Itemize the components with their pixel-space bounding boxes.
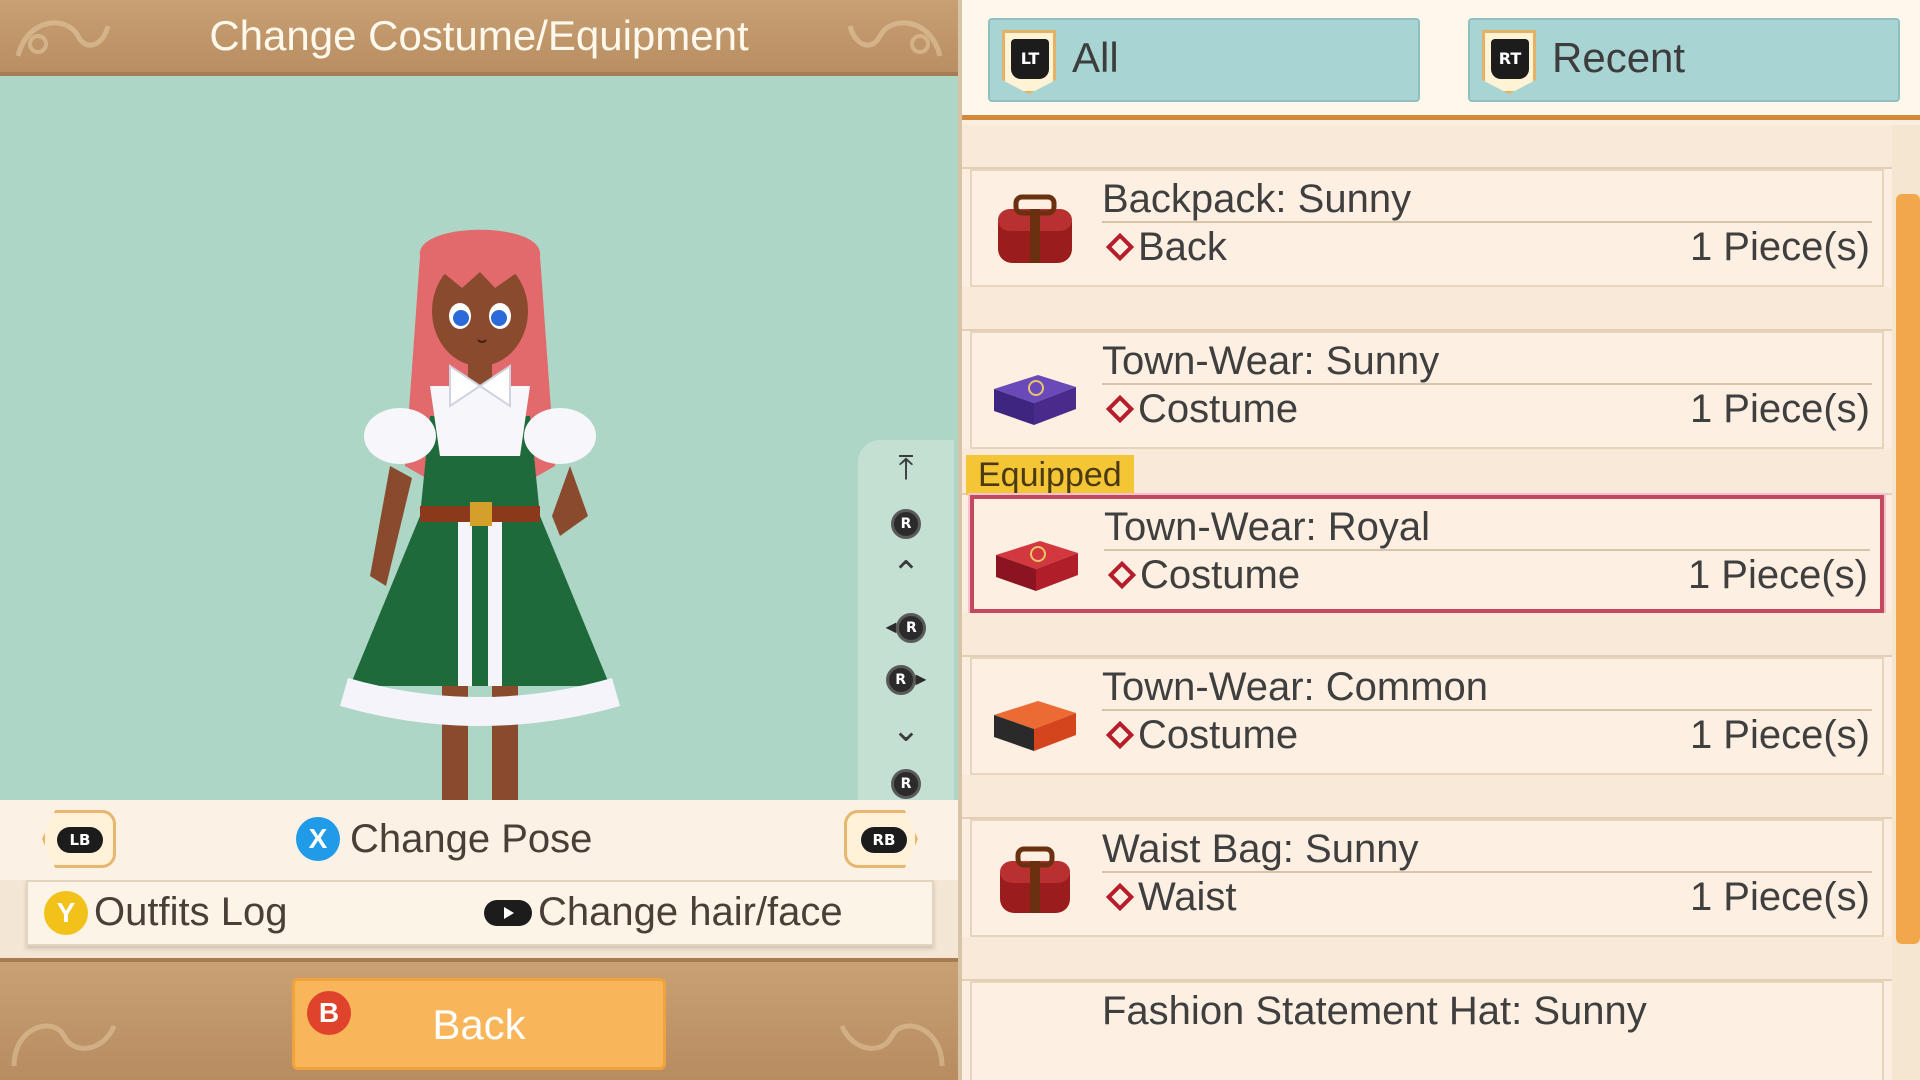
slot-diamond-icon bbox=[1105, 232, 1135, 262]
list-item[interactable]: Fashion Statement Hat: Sunny bbox=[970, 981, 1884, 1080]
item-slot: Costume bbox=[1138, 713, 1299, 757]
slot-diamond-icon bbox=[1105, 720, 1135, 750]
red-waist-bag-icon bbox=[1000, 846, 1070, 913]
filter-tabs: LT All RT Recent bbox=[962, 0, 1920, 120]
item-quantity: 1 Piece(s) bbox=[1689, 713, 1870, 757]
tab-all-label: All bbox=[1072, 34, 1119, 81]
outfits-log-label: Outfits Log bbox=[94, 890, 288, 934]
outfits-log-button[interactable]: Y Outfits Log bbox=[44, 890, 287, 935]
item-name: Backpack: Sunny bbox=[1102, 177, 1412, 221]
item-slot: Costume bbox=[1138, 387, 1299, 431]
back-button[interactable]: B Back bbox=[292, 978, 666, 1070]
preview-panel: Change Costume/Equipment ⤒ R ⌃ ◀ R R ▶ ⌄… bbox=[0, 0, 958, 1080]
red-case-icon bbox=[996, 541, 1078, 591]
item-quantity: 1 Piece(s) bbox=[1689, 225, 1870, 269]
rstick-up-icon[interactable]: R bbox=[858, 502, 954, 542]
rstick-down-icon[interactable]: R bbox=[858, 762, 954, 802]
slot-diamond-icon bbox=[1105, 394, 1135, 424]
list-divider bbox=[962, 125, 1892, 169]
purple-case-icon bbox=[994, 375, 1076, 425]
rb-button[interactable]: RB bbox=[844, 810, 918, 868]
options-box: Y Outfits Log Change hair/face bbox=[26, 880, 934, 946]
scrollbar-thumb[interactable] bbox=[1896, 194, 1920, 944]
list-divider bbox=[962, 937, 1892, 981]
change-hair-face-label: Change hair/face bbox=[538, 890, 843, 934]
list-item[interactable]: Town-Wear: Common Costume 1 Piece(s) bbox=[970, 657, 1884, 775]
item-divider bbox=[1102, 709, 1872, 711]
list-item[interactable]: Waist Bag: Sunny Waist 1 Piece(s) bbox=[970, 819, 1884, 937]
y-button-icon: Y bbox=[44, 890, 88, 935]
tab-recent-label: Recent bbox=[1552, 34, 1686, 81]
item-slot: Costume bbox=[1140, 553, 1301, 597]
page-title: Change Costume/Equipment bbox=[209, 12, 749, 59]
change-pose-button[interactable]: X Change Pose bbox=[296, 814, 592, 864]
item-divider bbox=[1102, 383, 1872, 385]
title-bar: Change Costume/Equipment bbox=[0, 0, 958, 76]
lb-button[interactable]: LB bbox=[42, 810, 116, 868]
rstick-right-icon[interactable]: R ▶ bbox=[858, 658, 954, 700]
pose-row: LB X Change Pose RB bbox=[0, 800, 958, 880]
item-name: Town-Wear: Royal bbox=[1104, 505, 1431, 549]
rt-icon: RT bbox=[1482, 30, 1536, 94]
list-item-equipped[interactable]: Town-Wear: Royal Costume 1 Piece(s) bbox=[970, 495, 1884, 613]
item-name: Fashion Statement Hat: Sunny bbox=[1102, 989, 1647, 1033]
item-name: Waist Bag: Sunny bbox=[1102, 827, 1419, 871]
change-hair-face-button[interactable]: Change hair/face bbox=[484, 890, 843, 935]
rstick-left-icon[interactable]: ◀ R bbox=[858, 606, 954, 648]
double-up-icon[interactable]: ⌃ bbox=[858, 554, 954, 594]
item-quantity: 1 Piece(s) bbox=[1689, 875, 1870, 919]
item-divider bbox=[1104, 549, 1870, 551]
bottom-bar: B Back bbox=[0, 958, 958, 1080]
equipped-badge: Equipped bbox=[966, 455, 1134, 495]
back-label: Back bbox=[432, 1001, 526, 1048]
slot-diamond-icon bbox=[1107, 560, 1137, 590]
character-viewport[interactable]: ⤒ R ⌃ ◀R R▶ ⌄ R ⤓ bbox=[0, 76, 958, 872]
ornament-icon bbox=[11, 1023, 117, 1067]
slot-diamond-icon bbox=[1105, 882, 1135, 912]
lt-icon: LT bbox=[1002, 30, 1056, 94]
item-panel: LT All RT Recent Backpack: Sunny Back 1 … bbox=[958, 0, 1920, 1080]
list-item[interactable]: Backpack: Sunny Back 1 Piece(s) bbox=[970, 169, 1884, 287]
character-model[interactable] bbox=[320, 216, 640, 856]
tab-recent[interactable]: RT Recent bbox=[1468, 18, 1900, 102]
change-pose-label: Change Pose bbox=[350, 816, 593, 861]
list-item[interactable]: Town-Wear: Sunny Costume 1 Piece(s) bbox=[970, 331, 1884, 449]
list-divider bbox=[962, 287, 1892, 331]
stick-press-icon bbox=[484, 899, 532, 926]
list-divider: Equipped bbox=[962, 449, 1892, 495]
list-divider bbox=[962, 775, 1892, 819]
ornament-icon bbox=[839, 1023, 945, 1067]
item-slot: Back bbox=[1138, 225, 1227, 269]
tab-all[interactable]: LT All bbox=[988, 18, 1420, 102]
red-backpack-icon bbox=[998, 194, 1072, 263]
item-divider bbox=[1102, 871, 1872, 873]
item-name: Town-Wear: Sunny bbox=[1102, 339, 1440, 383]
item-quantity: 1 Piece(s) bbox=[1687, 553, 1868, 597]
orange-case-icon bbox=[994, 701, 1076, 751]
rb-icon: RB bbox=[861, 827, 907, 853]
lb-icon: LB bbox=[57, 827, 103, 853]
list-divider bbox=[962, 613, 1892, 657]
item-list[interactable]: Backpack: Sunny Back 1 Piece(s) Town-Wea… bbox=[962, 125, 1892, 1080]
item-quantity: 1 Piece(s) bbox=[1689, 387, 1870, 431]
double-down-icon[interactable]: ⌄ bbox=[858, 710, 954, 750]
item-divider bbox=[1102, 221, 1872, 223]
scroll-to-top-icon[interactable]: ⤒ bbox=[858, 448, 954, 488]
item-slot: Waist bbox=[1138, 875, 1237, 919]
item-name: Town-Wear: Common bbox=[1102, 665, 1489, 709]
x-button-icon: X bbox=[296, 817, 340, 861]
